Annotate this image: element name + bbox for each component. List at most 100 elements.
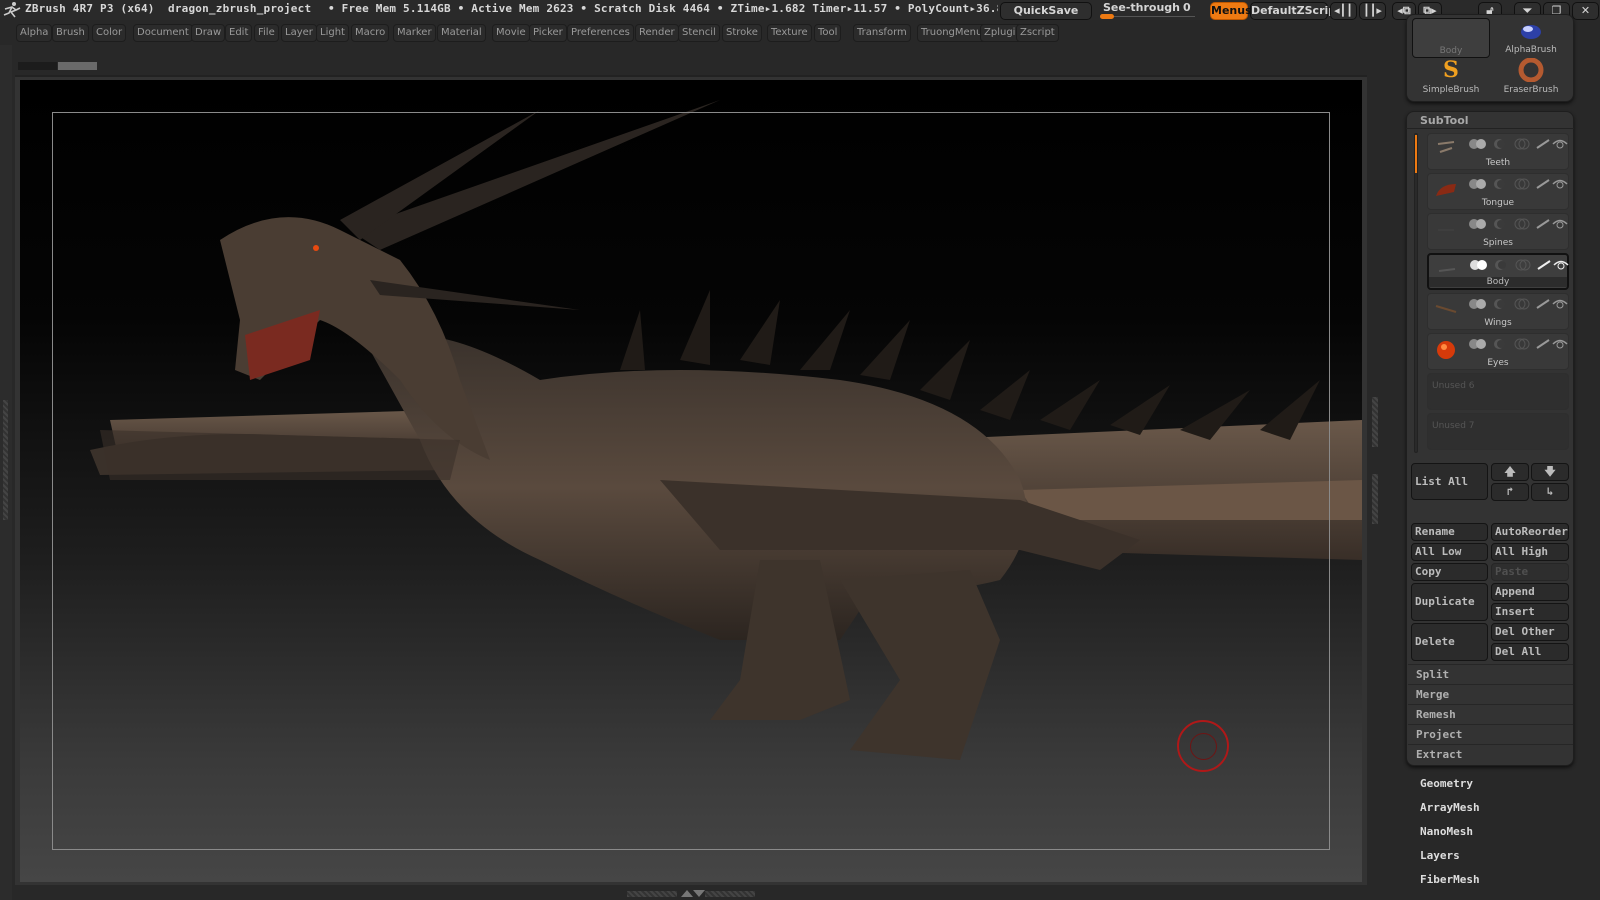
all-low-button[interactable]: All Low xyxy=(1411,543,1488,561)
rename-button[interactable]: Rename xyxy=(1411,523,1488,541)
tray-down-arrow-icon[interactable] xyxy=(693,890,705,897)
solo-toggle-icon[interactable] xyxy=(1493,259,1507,271)
visibility-eye-icon[interactable] xyxy=(1552,178,1568,190)
subtool-item-teeth[interactable]: Teeth xyxy=(1427,133,1569,170)
brush-edit-icon[interactable] xyxy=(1535,338,1551,350)
subtool-item-spines[interactable]: Spines xyxy=(1427,213,1569,250)
menu-marker[interactable]: Marker xyxy=(393,24,436,42)
polypaint-toggle-icon[interactable] xyxy=(1469,259,1491,271)
brush-edit-icon[interactable] xyxy=(1536,259,1552,271)
del-other-button[interactable]: Del Other xyxy=(1491,623,1569,641)
see-through-slider-knob[interactable] xyxy=(1100,14,1114,19)
scroll-right-icon[interactable]: ┃┃▸ xyxy=(1359,2,1386,20)
menu-truongmenu[interactable]: TruongMenu xyxy=(917,24,987,42)
transparency-toggle-icon[interactable] xyxy=(1514,338,1530,350)
subtool-title[interactable]: SubTool xyxy=(1420,114,1469,127)
menu-material[interactable]: Material xyxy=(437,24,486,42)
solo-toggle-icon[interactable] xyxy=(1492,138,1506,150)
menu-alpha[interactable]: Alpha xyxy=(16,24,53,42)
menu-transform[interactable]: Transform xyxy=(853,24,911,42)
polypaint-toggle-icon[interactable] xyxy=(1468,298,1490,310)
move-down-arrow-icon[interactable]: 🡇 xyxy=(1531,463,1569,481)
menu-macro[interactable]: Macro xyxy=(351,24,390,42)
menu-layer[interactable]: Layer xyxy=(281,24,317,42)
subtool-item-wings[interactable]: Wings xyxy=(1427,293,1569,330)
subtool-item-eyes[interactable]: Eyes xyxy=(1427,333,1569,370)
menu-light[interactable]: Light xyxy=(316,24,349,42)
subpalette-remesh[interactable]: Remesh xyxy=(1408,704,1573,724)
duplicate-button[interactable]: Duplicate xyxy=(1411,583,1488,621)
subtool-item-body[interactable]: Body xyxy=(1427,253,1569,290)
menu-file[interactable]: File xyxy=(254,24,279,42)
menu-texture[interactable]: Texture xyxy=(767,24,812,42)
see-through-slider[interactable] xyxy=(1100,16,1195,17)
subpalette-geometry[interactable]: Geometry xyxy=(1420,777,1473,790)
tray-up-arrow-icon[interactable] xyxy=(681,890,693,897)
brush-edit-icon[interactable] xyxy=(1535,138,1551,150)
bottom-tray-grip-right[interactable] xyxy=(705,891,755,897)
menu-stroke[interactable]: Stroke xyxy=(722,24,762,42)
brush-edit-icon[interactable] xyxy=(1535,218,1551,230)
document-tab-1[interactable] xyxy=(18,62,57,70)
subpalette-merge[interactable]: Merge xyxy=(1408,684,1573,704)
transparency-toggle-icon[interactable] xyxy=(1514,138,1530,150)
solo-toggle-icon[interactable] xyxy=(1492,218,1506,230)
menu-picker[interactable]: Picker xyxy=(529,24,567,42)
subpalette-arraymesh[interactable]: ArrayMesh xyxy=(1420,801,1480,814)
transparency-toggle-icon[interactable] xyxy=(1515,259,1531,271)
scroll-left-icon[interactable]: ◂┃┃ xyxy=(1330,2,1357,20)
tool-alphabrush[interactable]: AlphaBrush xyxy=(1492,18,1570,56)
bottom-tray-grip-left[interactable] xyxy=(627,891,677,897)
subtool-scrollbar[interactable] xyxy=(1414,133,1418,453)
move-up-arrow-icon[interactable]: 🡅 xyxy=(1491,463,1529,481)
menu-edit[interactable]: Edit xyxy=(225,24,253,42)
subpalette-split[interactable]: Split xyxy=(1408,664,1573,684)
solo-toggle-icon[interactable] xyxy=(1492,338,1506,350)
visibility-eye-icon[interactable] xyxy=(1552,218,1568,230)
menu-zscript[interactable]: Zscript xyxy=(1016,24,1059,42)
current-tool-thumb[interactable]: Body xyxy=(1412,18,1490,58)
del-all-button[interactable]: Del All xyxy=(1491,643,1569,661)
tool-eraserbrush[interactable]: EraserBrush xyxy=(1492,57,1570,96)
subtool-item-tongue[interactable]: Tongue xyxy=(1427,173,1569,210)
list-all-button[interactable]: List All xyxy=(1411,463,1488,500)
transparency-toggle-icon[interactable] xyxy=(1514,298,1530,310)
right-tray-grip-top[interactable] xyxy=(1372,397,1378,447)
subpalette-nanomesh[interactable]: NanoMesh xyxy=(1420,825,1473,838)
subtool-scrollbar-thumb[interactable] xyxy=(1415,135,1417,173)
menu-stencil[interactable]: Stencil xyxy=(678,24,720,42)
subpalette-extract[interactable]: Extract xyxy=(1408,744,1573,764)
solo-toggle-icon[interactable] xyxy=(1492,298,1506,310)
menu-document[interactable]: Document xyxy=(133,24,193,42)
default-zscript-button[interactable]: DefaultZScript xyxy=(1250,2,1341,20)
brush-edit-icon[interactable] xyxy=(1535,178,1551,190)
visibility-eye-icon[interactable] xyxy=(1552,138,1568,150)
brush-edit-icon[interactable] xyxy=(1535,298,1551,310)
copy-button[interactable]: Copy xyxy=(1411,563,1488,581)
polypaint-toggle-icon[interactable] xyxy=(1468,138,1490,150)
subpalette-layers[interactable]: Layers xyxy=(1420,849,1460,862)
right-tray-grip-bottom[interactable] xyxy=(1372,474,1378,524)
left-shelf-grip[interactable] xyxy=(3,400,8,520)
polypaint-toggle-icon[interactable] xyxy=(1468,338,1490,350)
visibility-eye-icon[interactable] xyxy=(1552,338,1568,350)
polypaint-toggle-icon[interactable] xyxy=(1468,178,1490,190)
insert-button[interactable]: Insert xyxy=(1491,603,1569,621)
document-tab-2[interactable] xyxy=(58,62,97,70)
menu-movie[interactable]: Movie xyxy=(492,24,530,42)
polypaint-toggle-icon[interactable] xyxy=(1468,218,1490,230)
menu-render[interactable]: Render xyxy=(635,24,679,42)
solo-toggle-icon[interactable] xyxy=(1492,178,1506,190)
delete-button[interactable]: Delete xyxy=(1411,623,1488,661)
menu-tool[interactable]: Tool xyxy=(814,24,842,42)
transparency-toggle-icon[interactable] xyxy=(1514,178,1530,190)
menu-draw[interactable]: Draw xyxy=(191,24,226,42)
quicksave-button[interactable]: QuickSave xyxy=(1000,2,1092,20)
visibility-eye-icon[interactable] xyxy=(1552,298,1568,310)
menus-toggle-button[interactable]: Menus xyxy=(1210,2,1252,20)
menu-color[interactable]: Color xyxy=(92,24,127,42)
subpalette-project[interactable]: Project xyxy=(1408,724,1573,744)
subpalette-fibermesh[interactable]: FiberMesh xyxy=(1420,873,1480,886)
menu-preferences[interactable]: Preferences xyxy=(567,24,634,42)
autoreorder-button[interactable]: AutoReorder xyxy=(1491,523,1569,541)
